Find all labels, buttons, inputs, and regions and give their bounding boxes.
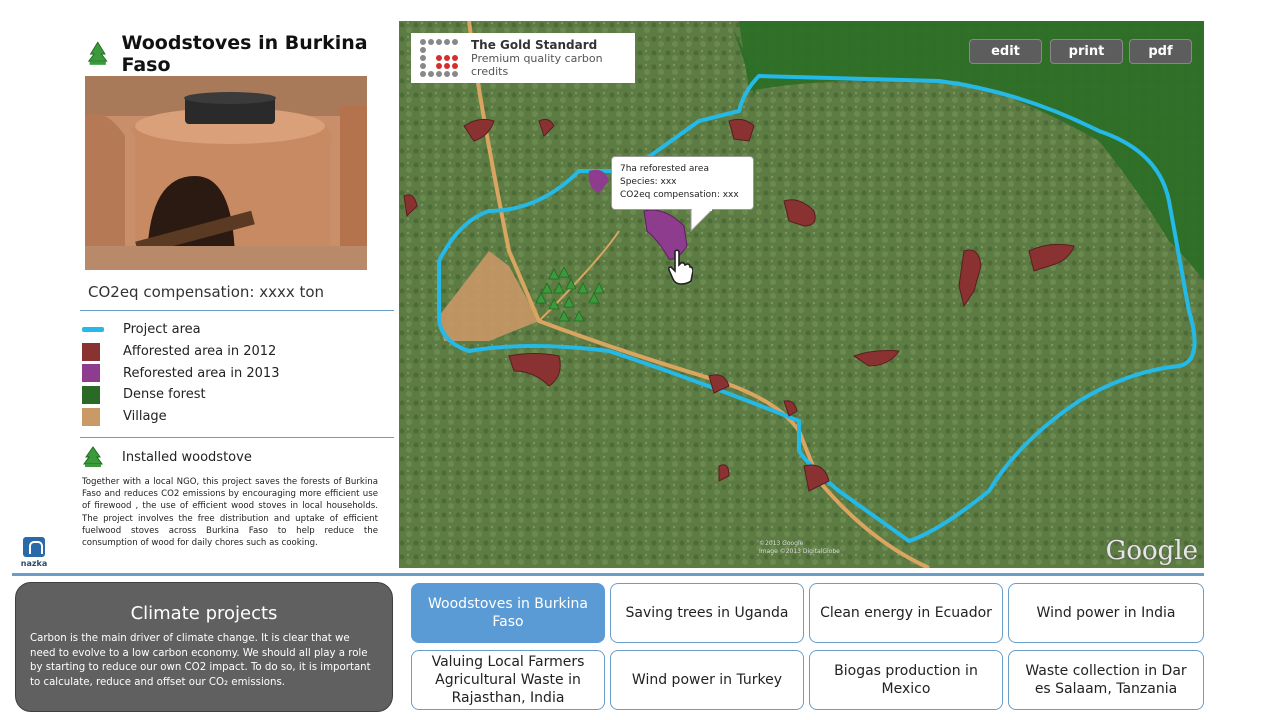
- map-canvas[interactable]: [399, 21, 1204, 568]
- nazka-logo[interactable]: nazka: [17, 537, 51, 568]
- afforested-swatch: [82, 342, 100, 361]
- hand-cursor-icon: [667, 249, 693, 285]
- project-button-saving-trees-uganda[interactable]: Saving trees in Uganda: [610, 583, 804, 643]
- gold-standard-title: The Gold Standard: [471, 38, 598, 52]
- google-logo: Google: [1105, 536, 1198, 566]
- nazka-icon: [23, 537, 45, 557]
- legend-woodstove: Installed woodstove: [82, 446, 252, 468]
- tooltip-species: Species: xxx: [620, 177, 677, 187]
- divider: [80, 310, 394, 311]
- co2-compensation: CO2eq compensation: xxxx ton: [88, 283, 325, 301]
- gold-standard-logo: The Gold Standard Premium quality carbon…: [411, 33, 635, 83]
- legend-village: Village: [82, 406, 279, 428]
- project-button-waste-collection-dar-es-salaam[interactable]: Waste collection in Dar es Salaam, Tanza…: [1008, 650, 1204, 710]
- climate-projects-box: Climate projects Carbon is the main driv…: [15, 582, 393, 712]
- section-divider: [12, 573, 1204, 576]
- woodstove-icon: [83, 446, 103, 467]
- project-description: Together with a local NGO, this project …: [82, 477, 378, 549]
- project-button-woodstoves-burkina-faso[interactable]: Woodstoves in Burkina Faso: [411, 583, 605, 643]
- woodstove-photo: [85, 76, 367, 270]
- project-title-row: Woodstoves in Burkina Faso: [78, 32, 394, 76]
- legend-reforested: Reforested area in 2013: [82, 362, 279, 384]
- project-button-wind-power-india[interactable]: Wind power in India: [1008, 583, 1204, 643]
- legend-afforested: Afforested area in 2012: [82, 341, 279, 363]
- project-button-farmers-waste-rajasthan[interactable]: Valuing Local Farmers Agricultural Waste…: [411, 650, 605, 710]
- print-button[interactable]: print: [1050, 39, 1123, 64]
- legend-project-area: Project area: [82, 319, 279, 341]
- project-button-clean-energy-ecuador[interactable]: Clean energy in Ecuador: [809, 583, 1003, 643]
- project-info-panel: Woodstoves in Burkina Faso CO2eq compens…: [78, 32, 394, 548]
- woodstove-icon: [87, 41, 108, 65]
- reforested-swatch: [82, 364, 100, 383]
- project-title: Woodstoves in Burkina Faso: [121, 32, 368, 76]
- project-button-wind-power-turkey[interactable]: Wind power in Turkey: [610, 650, 804, 710]
- tooltip-pointer: [690, 209, 714, 233]
- legend-dense-forest: Dense forest: [82, 384, 279, 406]
- tooltip-area: 7ha reforested area: [620, 164, 709, 174]
- tooltip-co2: CO2eq compensation: xxx: [620, 190, 739, 200]
- project-area-swatch: [82, 327, 104, 333]
- divider: [80, 437, 394, 438]
- dense-forest-swatch: [82, 385, 100, 404]
- climate-projects-title: Climate projects: [130, 603, 278, 624]
- satellite-map[interactable]: The Gold Standard Premium quality carbon…: [399, 21, 1204, 568]
- gold-standard-subtitle: Premium quality carbon credits: [471, 52, 603, 78]
- project-button-biogas-mexico[interactable]: Biogas production in Mexico: [809, 650, 1003, 710]
- map-legend: Project area Afforested area in 2012 Ref…: [82, 319, 279, 427]
- climate-projects-text: Carbon is the main driver of climate cha…: [30, 633, 371, 688]
- gold-standard-dots-icon: [419, 38, 461, 78]
- pdf-button[interactable]: pdf: [1129, 39, 1192, 64]
- area-tooltip: 7ha reforested area Species: xxx CO2eq c…: [611, 156, 754, 210]
- edit-button[interactable]: edit: [969, 39, 1042, 64]
- village-swatch: [82, 407, 100, 426]
- map-copyright: ©2013 Google Image ©2013 DigitalGlobe: [759, 540, 840, 555]
